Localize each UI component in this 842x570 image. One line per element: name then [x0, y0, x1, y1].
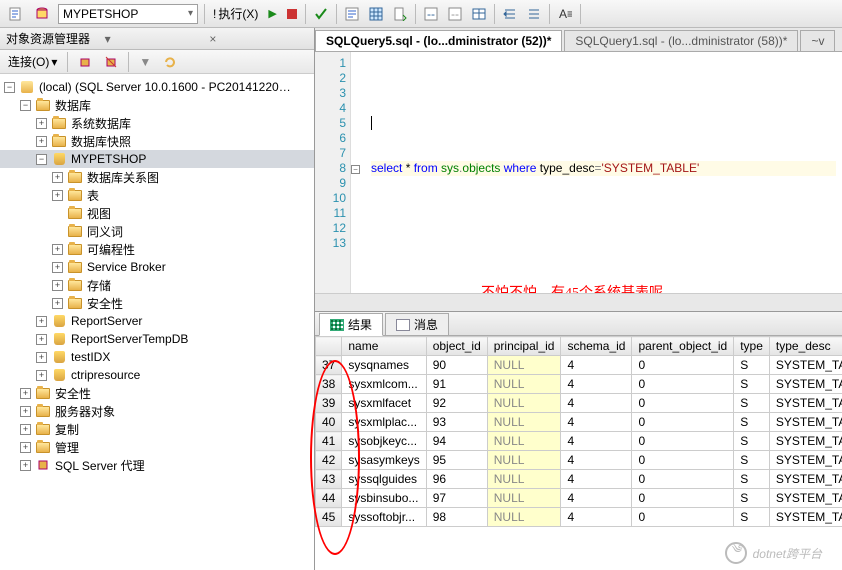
- table-row[interactable]: 45syssoftobjr...98NULL40SSYSTEM_TABLE: [316, 508, 842, 527]
- filter-icon[interactable]: ▼: [135, 53, 155, 71]
- uncomment-icon[interactable]: --: [444, 5, 466, 23]
- db-security-node[interactable]: +安全性: [0, 294, 314, 312]
- db-snapshot-node[interactable]: +数据库快照: [0, 132, 314, 150]
- outdent-icon[interactable]: [523, 5, 545, 23]
- debug-button[interactable]: ▶: [264, 5, 280, 22]
- tab-sqlquery5[interactable]: SQLQuery5.sql - (lo...dministrator (52))…: [315, 30, 562, 51]
- results-tab[interactable]: 结果: [319, 313, 383, 336]
- wechat-icon: ༄: [725, 542, 747, 564]
- results-table: nameobject_idprincipal_idschema_idparent…: [315, 336, 842, 527]
- stop-refresh-icon[interactable]: [100, 53, 122, 71]
- col-header[interactable]: type_desc: [769, 337, 842, 356]
- table-row[interactable]: 43syssqlguides96NULL40SSYSTEM_TABLE: [316, 470, 842, 489]
- col-header[interactable]: name: [342, 337, 426, 356]
- stop-button[interactable]: [283, 7, 301, 21]
- testidx-db-node[interactable]: +testIDX: [0, 348, 314, 366]
- editor-panel: SQLQuery5.sql - (lo...dministrator (52))…: [315, 28, 842, 570]
- reportserver-db-node[interactable]: +ReportServer: [0, 312, 314, 330]
- comment-out-icon[interactable]: --: [420, 5, 442, 23]
- messages-tab[interactable]: 消息: [385, 313, 449, 336]
- table-row[interactable]: 41sysobjkeyc...94NULL40SSYSTEM_TABLE: [316, 432, 842, 451]
- db-diagrams-node[interactable]: +数据库关系图: [0, 168, 314, 186]
- new-query-icon[interactable]: [4, 4, 28, 24]
- server-objects-node[interactable]: +服务器对象: [0, 402, 314, 420]
- watermark: ༄dotnet跨平台: [725, 542, 822, 564]
- tab-sqlquery1[interactable]: SQLQuery1.sql - (lo...dministrator (58))…: [564, 30, 798, 51]
- results-grid-icon[interactable]: [365, 5, 387, 23]
- execute-label: 执行(X): [218, 5, 258, 22]
- explorer-title-bar: 对象资源管理器 ▾ ×: [0, 28, 314, 50]
- result-tabs: 结果 消息: [315, 312, 842, 336]
- table-row[interactable]: 39sysxmlfacet92NULL40SSYSTEM_TABLE: [316, 394, 842, 413]
- pin-icon[interactable]: ▾: [105, 32, 204, 46]
- mypetshop-db-node[interactable]: −MYPETSHOP: [0, 150, 314, 168]
- svg-text:A≡: A≡: [559, 7, 572, 21]
- programmability-node[interactable]: +可编程性: [0, 240, 314, 258]
- indent-icon[interactable]: [499, 5, 521, 23]
- management-node[interactable]: +管理: [0, 438, 314, 456]
- svg-text:--: --: [451, 7, 459, 21]
- col-header[interactable]: schema_id: [561, 337, 632, 356]
- table-row[interactable]: 38sysxmlcom...91NULL40SSYSTEM_TABLE: [316, 375, 842, 394]
- grid-icon: [330, 319, 344, 331]
- document-tabs: SQLQuery5.sql - (lo...dministrator (52))…: [315, 28, 842, 52]
- results-grid[interactable]: nameobject_idprincipal_idschema_idparent…: [315, 336, 842, 570]
- message-icon: [396, 319, 410, 331]
- specify-values-icon[interactable]: A≡: [554, 5, 576, 23]
- views-node[interactable]: 视图: [0, 204, 314, 222]
- parse-icon[interactable]: [310, 5, 332, 23]
- table-row[interactable]: 37sysqnames90NULL40SSYSTEM_TABLE: [316, 356, 842, 375]
- reportservertempdb-node[interactable]: +ReportServerTempDB: [0, 330, 314, 348]
- synonyms-node[interactable]: 同义词: [0, 222, 314, 240]
- editor-hscroll[interactable]: [315, 293, 842, 311]
- replication-node[interactable]: +复制: [0, 420, 314, 438]
- explorer-title: 对象资源管理器: [6, 30, 105, 47]
- col-header[interactable]: parent_object_id: [632, 337, 734, 356]
- col-header[interactable]: principal_id: [487, 337, 561, 356]
- db-engine-icon[interactable]: [30, 4, 54, 24]
- annotation-oval: [310, 360, 360, 555]
- security-node[interactable]: +安全性: [0, 384, 314, 402]
- object-tree[interactable]: −(local) (SQL Server 10.0.1600 - PC20141…: [0, 74, 314, 570]
- service-broker-node[interactable]: +Service Broker: [0, 258, 314, 276]
- line-gutter: 12345678910111213: [315, 52, 351, 311]
- sys-databases-node[interactable]: +系统数据库: [0, 114, 314, 132]
- results-text-icon[interactable]: [341, 5, 363, 23]
- storage-node[interactable]: +存储: [0, 276, 314, 294]
- explorer-toolbar: 连接(O) ▾ ▼: [0, 50, 314, 74]
- svg-text:--: --: [427, 7, 435, 21]
- execute-button[interactable]: ! 执行(X): [209, 3, 262, 24]
- disconnect-icon[interactable]: [74, 53, 96, 71]
- tables-node[interactable]: +表: [0, 186, 314, 204]
- table-row[interactable]: 44sysbinsubo...97NULL40SSYSTEM_TABLE: [316, 489, 842, 508]
- connect-button[interactable]: 连接(O) ▾: [4, 52, 61, 71]
- col-header[interactable]: [316, 337, 342, 356]
- tables-icon[interactable]: [468, 5, 490, 23]
- refresh-icon[interactable]: [159, 53, 181, 71]
- table-row[interactable]: 40sysxmlplac...93NULL40SSYSTEM_TABLE: [316, 413, 842, 432]
- col-header[interactable]: type: [734, 337, 770, 356]
- tab-overflow[interactable]: ~v: [800, 30, 835, 51]
- databases-node[interactable]: −数据库: [0, 96, 314, 114]
- main-toolbar: MYPETSHOP ! 执行(X) ▶ -- -- A≡: [0, 0, 842, 28]
- sql-editor[interactable]: 12345678910111213 − select * from sys.ob…: [315, 52, 842, 312]
- col-header[interactable]: object_id: [426, 337, 487, 356]
- database-combo[interactable]: MYPETSHOP: [58, 4, 198, 24]
- object-explorer: 对象资源管理器 ▾ × 连接(O) ▾ ▼ −(local) (SQL Serv…: [0, 28, 315, 570]
- close-explorer-icon[interactable]: ×: [209, 32, 308, 46]
- sql-agent-node[interactable]: +SQL Server 代理: [0, 456, 314, 474]
- results-file-icon[interactable]: [389, 5, 411, 23]
- ctripresource-db-node[interactable]: +ctripresource: [0, 366, 314, 384]
- database-combo-value: MYPETSHOP: [63, 7, 138, 21]
- table-row[interactable]: 42sysasymkeys95NULL40SSYSTEM_TABLE: [316, 451, 842, 470]
- server-node[interactable]: −(local) (SQL Server 10.0.1600 - PC20141…: [0, 78, 314, 96]
- code-area[interactable]: select * from sys.objects where type_des…: [351, 52, 842, 311]
